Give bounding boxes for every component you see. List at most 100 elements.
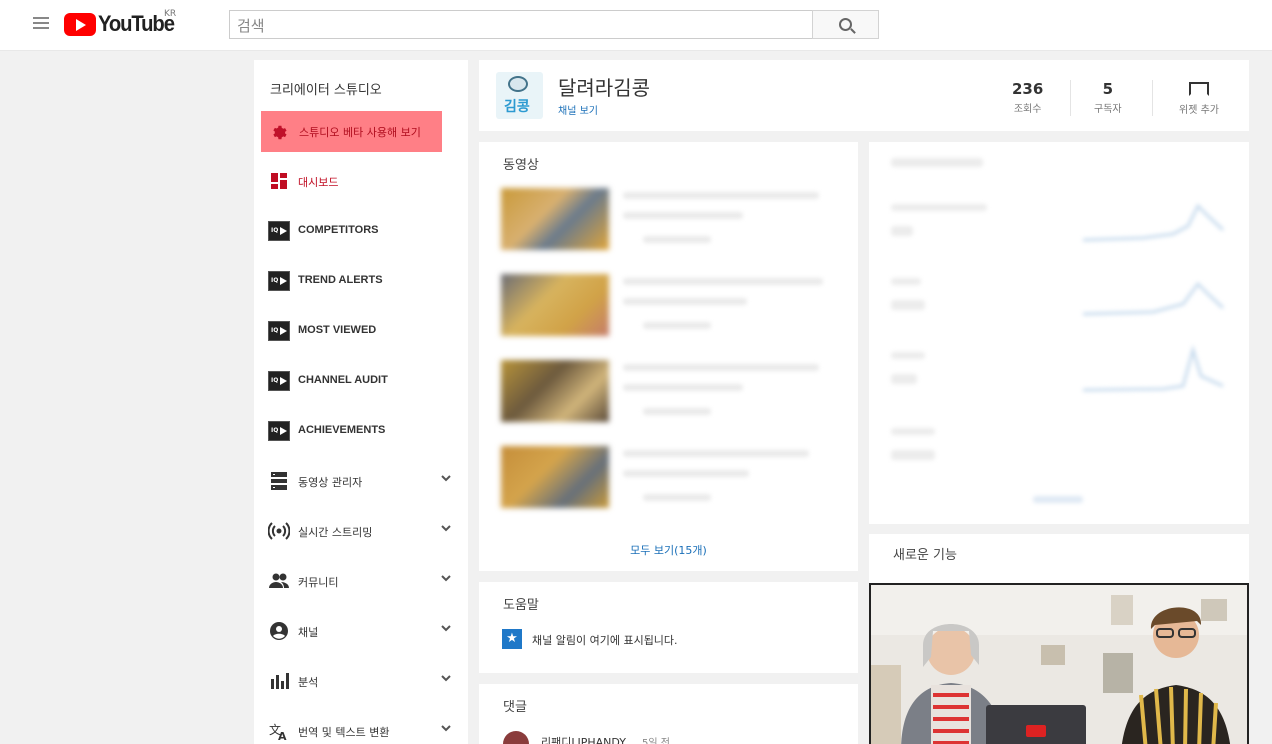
sparkline-blurred: [1083, 344, 1224, 392]
menu-icon[interactable]: [33, 17, 49, 31]
video-meta-blurred: [623, 470, 749, 477]
help-title: 도움말: [503, 598, 539, 613]
analytics-link-blurred: [1033, 496, 1083, 503]
comment-time: 5일 전: [642, 738, 670, 744]
sidebar-item-label: CHANNEL AUDIT: [298, 374, 388, 386]
sidebar-item-achievements[interactable]: ACHIEVEMENTS: [254, 416, 468, 446]
channel-avatar-text: 김콩: [504, 99, 530, 115]
video-row[interactable]: [501, 188, 841, 250]
sidebar-item-community[interactable]: 커뮤니티: [254, 566, 468, 596]
video-title-blurred: [623, 364, 819, 371]
channel-icon: [270, 622, 288, 640]
video-stats-blurred: [643, 494, 711, 501]
analytics-icon: [271, 673, 289, 689]
video-row[interactable]: [501, 446, 841, 508]
video-title-blurred: [623, 192, 819, 199]
see-all-videos-link[interactable]: 모두 보기(15개): [479, 542, 858, 558]
sidebar-item-dashboard[interactable]: 대시보드: [254, 166, 468, 196]
search-icon: [839, 18, 852, 31]
video-manager-icon: [271, 472, 287, 490]
avatar[interactable]: [503, 731, 529, 744]
new-features-title: 새로운 기능: [893, 548, 957, 563]
sidebar-item-competitors[interactable]: COMPETITORS: [254, 216, 468, 246]
sidebar-item-label: 실시간 스트리밍: [298, 526, 373, 539]
sidebar-item-most-viewed[interactable]: MOST VIEWED: [254, 316, 468, 346]
sidebar-item-label: TREND ALERTS: [298, 274, 383, 286]
top-bar: YouTube KR 검색: [0, 0, 1272, 51]
sidebar-item-label: 대시보드: [298, 176, 339, 189]
video-thumbnail[interactable]: [501, 188, 609, 250]
chevron-down-icon[interactable]: [440, 572, 452, 584]
star-icon: ★: [502, 629, 522, 649]
channel-avatar[interactable]: 김콩: [496, 72, 543, 119]
help-message: 채널 알림이 여기에 표시됩니다.: [532, 634, 678, 647]
video-stats-blurred: [643, 408, 711, 415]
sidebar-item-analytics[interactable]: 분석: [254, 666, 468, 696]
sparkline-blurred: [1083, 281, 1225, 316]
search-button[interactable]: [812, 10, 879, 39]
videos-card: 동영상 모두 보기(15개): [479, 142, 858, 571]
divider: [1152, 80, 1153, 116]
sidebar-item-translation[interactable]: 文A 번역 및 텍스트 변환: [254, 716, 468, 744]
vidiq-icon: [268, 321, 290, 341]
chevron-down-icon[interactable]: [440, 622, 452, 634]
koala-logo-icon: [508, 76, 528, 92]
video-row[interactable]: [501, 360, 841, 422]
svg-text:A: A: [278, 730, 287, 741]
video-still-image: [871, 585, 1247, 744]
analytics-value-blurred: [891, 300, 925, 310]
search-input[interactable]: 검색: [229, 10, 813, 39]
sidebar-item-label: MOST VIEWED: [298, 324, 377, 336]
view-channel-link[interactable]: 채널 보기: [558, 102, 598, 117]
analytics-label-blurred: [891, 428, 935, 435]
analytics-value-blurred: [891, 374, 917, 384]
sidebar-item-label: 분석: [298, 676, 319, 689]
logo-text: YouTube: [98, 11, 175, 36]
sidebar-item-label: ACHIEVEMENTS: [298, 424, 386, 436]
creator-studio-sidebar: 크리에이터 스튜디오 스튜디오 베타 사용해 보기 대시보드 COMPETITO…: [254, 60, 468, 744]
chevron-down-icon[interactable]: [440, 472, 452, 484]
video-row[interactable]: [501, 274, 841, 336]
live-icon: [268, 522, 290, 540]
analytics-label-blurred: [891, 204, 987, 211]
sidebar-item-channel[interactable]: 채널: [254, 616, 468, 646]
vidiq-icon: [268, 221, 290, 241]
views-label: 조회수: [1013, 104, 1042, 115]
youtube-logo[interactable]: YouTube KR: [64, 9, 180, 36]
video-thumbnail[interactable]: [501, 446, 609, 508]
video-thumbnail[interactable]: [501, 274, 609, 336]
add-widget-button[interactable]: 위젯 추가: [1179, 82, 1219, 116]
search-placeholder: 검색: [237, 17, 265, 35]
videos-title: 동영상: [503, 158, 539, 173]
add-widget-label: 위젯 추가: [1179, 105, 1219, 116]
chevron-down-icon[interactable]: [440, 722, 452, 734]
channel-header-card: 김콩 달려라김콩 채널 보기 236 조회수 5 구독자 위젯 추가: [479, 60, 1249, 131]
sidebar-item-trend-alerts[interactable]: TREND ALERTS: [254, 266, 468, 296]
gear-icon: [273, 125, 287, 140]
add-widget-icon: [1188, 82, 1209, 96]
vidiq-icon: [268, 271, 290, 291]
studio-beta-button[interactable]: 스튜디오 베타 사용해 보기: [261, 111, 442, 152]
sidebar-title: 크리에이터 스튜디오: [270, 83, 382, 98]
dashboard-icon: [271, 173, 287, 189]
new-features-card: 새로운 기능: [869, 534, 1249, 744]
sidebar-item-channel-audit[interactable]: CHANNEL AUDIT: [254, 366, 468, 396]
sidebar-item-label: 동영상 관리자: [298, 476, 363, 489]
channel-name: 달려라김콩: [558, 76, 650, 100]
analytics-card-blurred: [869, 142, 1249, 524]
video-thumbnail[interactable]: [501, 360, 609, 422]
sidebar-item-video-manager[interactable]: 동영상 관리자: [254, 466, 468, 496]
new-features-video[interactable]: [869, 583, 1249, 744]
sidebar-item-live-streaming[interactable]: 실시간 스트리밍: [254, 516, 468, 546]
comment-author[interactable]: 리팬디LIPHANDY: [541, 734, 626, 744]
vidiq-icon: [268, 371, 290, 391]
video-stats-blurred: [643, 236, 711, 243]
chevron-down-icon[interactable]: [440, 672, 452, 684]
divider: [1070, 80, 1071, 116]
subscribers-stat: 5 구독자: [1094, 80, 1122, 115]
analytics-label-blurred: [891, 278, 921, 285]
chevron-down-icon[interactable]: [440, 522, 452, 534]
sidebar-item-label: 커뮤니티: [298, 576, 339, 589]
help-card: 도움말 ★ 채널 알림이 여기에 표시됩니다.: [479, 582, 858, 673]
sidebar-item-label: COMPETITORS: [298, 224, 379, 236]
